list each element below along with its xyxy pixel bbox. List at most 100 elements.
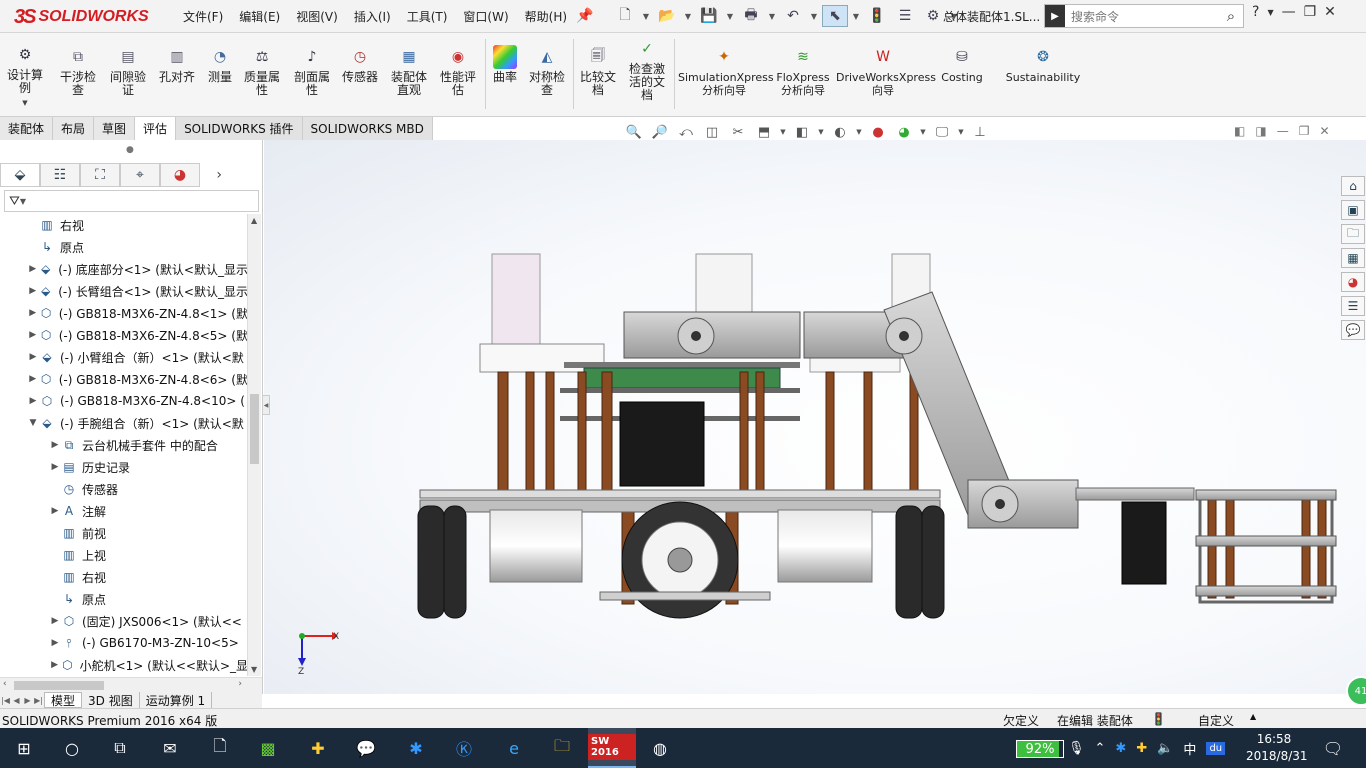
ribbon-driveworksxpress[interactable]: W DriveWorksXpress向导 bbox=[836, 45, 936, 97]
tab-layout[interactable]: 布局 bbox=[53, 117, 95, 140]
scroll-thumb[interactable] bbox=[14, 681, 104, 690]
tray-star-icon[interactable]: ✱ bbox=[1115, 741, 1126, 756]
menu-tools[interactable]: 工具(T) bbox=[399, 8, 456, 25]
expand-arrow-icon[interactable]: ▶ bbox=[50, 506, 60, 516]
file-properties-icon[interactable]: ☰ bbox=[892, 5, 918, 27]
tree-item[interactable]: ▶ ⬡ (-) GB818-M3X6-ZN-4.8<1> (默 bbox=[0, 302, 248, 324]
dynamic-annotation-icon[interactable]: ✂ bbox=[726, 123, 750, 141]
tree-filter[interactable]: ⛛ ▼ bbox=[4, 190, 259, 212]
scroll-up-icon[interactable]: ▲ bbox=[251, 216, 257, 225]
dropdown-arrow-icon[interactable]: ▼ bbox=[778, 123, 788, 141]
pin-icon[interactable]: 📌 bbox=[572, 5, 598, 27]
search-box[interactable]: ▶ 搜索命令 ⌕ bbox=[1044, 4, 1244, 28]
undo-icon[interactable]: ↶ bbox=[780, 5, 806, 27]
split-right-icon[interactable]: ◨ bbox=[1255, 124, 1266, 138]
panel-grip-icon[interactable]: ● bbox=[126, 145, 134, 155]
tabs-expand-arrow-icon[interactable]: › bbox=[200, 167, 222, 183]
ribbon-measure[interactable]: ◔ 测量 bbox=[204, 45, 236, 84]
new-document-icon[interactable]: 🗋 bbox=[612, 5, 638, 27]
ribbon-costing[interactable]: ⛁ Costing bbox=[938, 45, 986, 84]
ribbon-curvature[interactable]: 曲率 bbox=[488, 45, 522, 84]
ime-indicator[interactable]: 中 bbox=[1183, 739, 1196, 758]
expand-arrow-icon[interactable]: ▶ bbox=[50, 616, 60, 626]
expand-arrow-icon[interactable]: ▼ bbox=[28, 418, 38, 428]
design-library-icon[interactable]: ▣ bbox=[1341, 200, 1365, 220]
menu-window[interactable]: 窗口(W) bbox=[455, 8, 516, 25]
select-cursor-icon[interactable]: ⬉ bbox=[822, 5, 848, 27]
tab-assembly[interactable]: 装配体 bbox=[0, 117, 54, 140]
expand-arrow-icon[interactable]: ▶ bbox=[50, 660, 59, 670]
view-orientation-icon[interactable]: ⬒ bbox=[752, 123, 776, 141]
plus-app-icon[interactable]: ✚ bbox=[294, 728, 342, 768]
tree-item[interactable]: ◷ 传感器 bbox=[0, 478, 248, 500]
notification-badge[interactable]: 41 bbox=[1346, 676, 1366, 706]
appearances-icon[interactable]: ◕ bbox=[1341, 272, 1365, 292]
tab-3d-views[interactable]: 3D 视图 bbox=[82, 692, 140, 708]
menu-insert[interactable]: 插入(I) bbox=[346, 8, 399, 25]
apply-scene-icon[interactable]: ◕ bbox=[892, 123, 916, 141]
tree-item[interactable]: ▶ ⬙ (-) 底座部分<1> (默认<默认_显示 bbox=[0, 258, 248, 280]
menu-edit[interactable]: 编辑(E) bbox=[231, 8, 288, 25]
traffic-light-icon[interactable]: 🚦 bbox=[864, 5, 890, 27]
task-view-icon[interactable]: ⧉ bbox=[96, 728, 144, 768]
action-center-icon[interactable]: 🗨 bbox=[1318, 728, 1348, 768]
help-dropdown-icon[interactable]: ▼ bbox=[1267, 8, 1273, 17]
expand-arrow-icon[interactable]: ▶ bbox=[28, 308, 38, 318]
volume-icon[interactable]: 🔈 bbox=[1157, 741, 1173, 756]
expand-arrow-icon[interactable]: ▶ bbox=[28, 374, 38, 384]
tree-item[interactable]: ▶ ⬡ (-) GB818-M3X6-ZN-4.8<10> ( bbox=[0, 390, 248, 412]
tree-item[interactable]: ▶ ⬙ (-) 长臂组合<1> (默认<默认_显示 bbox=[0, 280, 248, 302]
panel-collapse-handle[interactable]: ◀ bbox=[262, 395, 270, 415]
split-left-icon[interactable]: ◧ bbox=[1234, 124, 1245, 138]
section-view-icon[interactable]: ◫ bbox=[700, 123, 724, 141]
save-icon[interactable]: 💾 bbox=[696, 5, 722, 27]
dropdown-arrow-icon[interactable]: ▼ bbox=[956, 123, 966, 141]
forum-icon[interactable]: 💬 bbox=[1341, 320, 1365, 340]
search-icon[interactable]: ⌕ bbox=[1219, 7, 1243, 25]
scroll-left-icon[interactable]: ‹ bbox=[3, 679, 7, 689]
tree-item[interactable]: ▶ ⫯ (-) GB6170-M3-ZN-10<5> bbox=[0, 632, 248, 654]
tree-item[interactable]: ▶ ⬡ (固定) JXS006<1> (默认<< bbox=[0, 610, 248, 632]
first-tab-icon[interactable]: |◀ bbox=[0, 696, 11, 705]
star-app-icon[interactable]: ✱ bbox=[392, 728, 440, 768]
scroll-right-icon[interactable]: › bbox=[238, 679, 242, 689]
filter-icon[interactable]: ⛛ bbox=[9, 194, 20, 209]
graphics-area[interactable] bbox=[264, 140, 1366, 694]
file-explorer-icon[interactable]: 🗀 bbox=[1341, 224, 1365, 244]
ribbon-clearance-verification[interactable]: ▤ 间隙验证 bbox=[106, 45, 150, 97]
previous-view-icon[interactable]: ⤺ bbox=[674, 123, 698, 141]
edge-browser-icon[interactable]: e bbox=[490, 728, 538, 768]
last-tab-icon[interactable]: ▶| bbox=[33, 696, 44, 705]
help-icon[interactable]: ? bbox=[1252, 4, 1259, 20]
ribbon-assembly-visualization[interactable]: ▦ 装配体直观 bbox=[386, 45, 432, 97]
dropdown-arrow-icon[interactable]: ▼ bbox=[766, 5, 778, 27]
menu-help[interactable]: 帮助(H) bbox=[517, 8, 575, 25]
tree-horizontal-scrollbar[interactable]: ‹ › bbox=[0, 677, 262, 692]
document-icon[interactable]: 🗋 bbox=[196, 728, 244, 768]
tree-item[interactable]: ▥ 右视 bbox=[0, 566, 248, 588]
rebuild-status-icon[interactable]: 🚦 bbox=[1151, 712, 1166, 726]
tree-item[interactable]: ▥ 前视 bbox=[0, 522, 248, 544]
assembly-model-render[interactable] bbox=[264, 140, 1366, 694]
expand-arrow-icon[interactable]: ▶ bbox=[28, 396, 38, 406]
ribbon-simulationxpress[interactable]: ✦ SimulationXpress分析向导 bbox=[678, 45, 774, 97]
expand-arrow-icon[interactable]: ▶ bbox=[50, 462, 60, 472]
solidworks-taskbar-icon[interactable]: SW 2016 bbox=[588, 728, 636, 768]
dropdown-arrow-icon[interactable]: ▼ bbox=[22, 99, 27, 107]
minimize-icon[interactable]: — bbox=[1282, 4, 1296, 20]
close-icon[interactable]: ✕ bbox=[1324, 4, 1336, 20]
tree-item[interactable]: ▶ ▤ 历史记录 bbox=[0, 456, 248, 478]
tab-evaluate[interactable]: 评估 bbox=[135, 117, 177, 140]
dropdown-arrow-icon[interactable]: ▼ bbox=[724, 5, 736, 27]
microphone-icon[interactable]: 🎙 bbox=[1068, 741, 1085, 756]
cortana-search-icon[interactable]: ○ bbox=[48, 728, 96, 768]
scroll-thumb[interactable] bbox=[250, 394, 259, 464]
display-manager-tab-icon[interactable]: ◕ bbox=[160, 163, 200, 187]
ribbon-section-properties[interactable]: ♪ 剖面属性 bbox=[290, 45, 334, 97]
feature-manager-tab-icon[interactable]: ⬙ bbox=[0, 163, 40, 187]
ribbon-sensor[interactable]: ◷ 传感器 bbox=[338, 45, 382, 84]
dimxpert-manager-tab-icon[interactable]: ⌖ bbox=[120, 163, 160, 187]
file-explorer-icon[interactable]: 🗀 bbox=[538, 728, 586, 768]
next-tab-icon[interactable]: ▶ bbox=[22, 696, 33, 705]
dropdown-arrow-icon[interactable]: ▼ bbox=[640, 5, 652, 27]
